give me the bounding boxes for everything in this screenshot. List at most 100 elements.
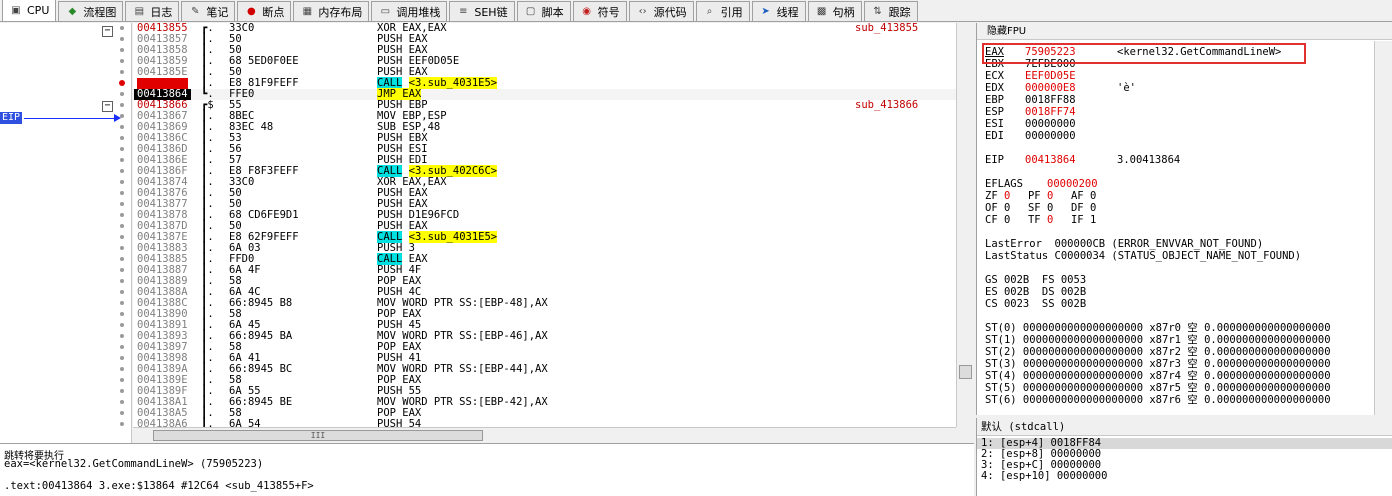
disasm-row[interactable]: 00413859 ┃. 68 5ED0F0EE PUSH EEF0D05E bbox=[133, 56, 956, 67]
register-ecx[interactable]: ECX EEF0D05E bbox=[985, 71, 1117, 82]
register-ebp[interactable]: EBP 0018FF88 bbox=[985, 95, 1117, 106]
breakpoint-slot-icon[interactable] bbox=[120, 378, 124, 382]
disasm-row[interactable]: 00413874 ┃. 33C0 XOR EAX,EAX bbox=[133, 177, 956, 188]
disasm-row[interactable]: 00413864 ┗. FFE0 JMP EAX bbox=[133, 88, 956, 100]
disasm-row[interactable]: 00413893 ┃. 66:8945 BA MOV WORD PTR SS:[EBP… bbox=[133, 331, 956, 342]
register-value[interactable]: 00000000 bbox=[1025, 119, 1117, 130]
tab-1[interactable]: ◆ 流程图 bbox=[58, 1, 124, 21]
disasm-row[interactable]: 00413857 ┃. 50 PUSH EAX bbox=[133, 34, 956, 45]
segment-registers[interactable]: GS 002B FS 0053 bbox=[985, 275, 1086, 286]
disassembly-view[interactable]: 00413855 ┏. 33C0 XOR EAX,EAX sub_413855 00413… bbox=[133, 23, 956, 427]
breakpoint-slot-icon[interactable] bbox=[120, 257, 124, 261]
fold-toggle-sub-413866[interactable]: − bbox=[102, 101, 113, 112]
flag-value[interactable]: 0 bbox=[1004, 191, 1028, 202]
breakpoint-slot-icon[interactable] bbox=[120, 389, 124, 393]
tab-10[interactable]: ‹› 源代码 bbox=[628, 1, 694, 21]
breakpoint-slot-icon[interactable] bbox=[120, 37, 124, 41]
registers-panel[interactable]: 隐藏FPU EAX 75905223 <kernel32.GetCommandLin… bbox=[976, 23, 1392, 415]
disasm-row[interactable]: 0041386C ┃. 53 PUSH EBX bbox=[133, 133, 956, 144]
horizontal-scroll-thumb[interactable]: III bbox=[153, 430, 483, 441]
disassembly-horizontal-scrollbar[interactable]: III bbox=[133, 427, 956, 443]
breakpoint-slot-icon[interactable] bbox=[120, 180, 124, 184]
tab-11[interactable]: ⌕ 引用 bbox=[695, 1, 750, 21]
breakpoint-slot-icon[interactable] bbox=[120, 114, 124, 118]
calling-convention-select[interactable]: 默认 (stdcall) bbox=[977, 418, 1392, 436]
breakpoint-slot-icon[interactable] bbox=[120, 400, 124, 404]
disasm-row[interactable]: 00413869 ┃. 83EC 48 SUB ESP,48 bbox=[133, 122, 956, 133]
disasm-row[interactable]: 00413878 ┃. 68 CD6FE9D1 PUSH D1E96FCD bbox=[133, 210, 956, 221]
tab-4[interactable]: ● 断点 bbox=[237, 1, 292, 21]
register-value[interactable]: 00000200 bbox=[1047, 179, 1139, 190]
flag-value[interactable]: 0 bbox=[1004, 215, 1028, 226]
register-value[interactable]: 000000E8 bbox=[1025, 83, 1117, 94]
breakpoint-icon[interactable] bbox=[119, 80, 125, 86]
breakpoint-slot-icon[interactable] bbox=[120, 235, 124, 239]
breakpoint-slot-icon[interactable] bbox=[120, 213, 124, 217]
disassembly-vertical-scrollbar[interactable] bbox=[956, 23, 974, 427]
stack-args-panel[interactable]: 默认 (stdcall) 1: [esp+4] 0018FF84 2: [esp+… bbox=[976, 418, 1392, 496]
tab-8[interactable]: ▢ 脚本 bbox=[516, 1, 571, 21]
fpu-register[interactable]: ST(6) 0000000000000000000 x87r6 空 0.0000… bbox=[985, 395, 1331, 406]
breakpoint-slot-icon[interactable] bbox=[120, 323, 124, 327]
register-value[interactable]: 0018FF88 bbox=[1025, 95, 1117, 106]
registers-scrollbar[interactable] bbox=[1374, 41, 1392, 415]
disasm-row[interactable]: 00413887 ┃. 6A 4F PUSH 4F bbox=[133, 265, 956, 276]
breakpoint-slot-icon[interactable] bbox=[120, 136, 124, 140]
tab-9[interactable]: ◉ 符号 bbox=[572, 1, 627, 21]
disasm-row[interactable]: 00413855 ┏. 33C0 XOR EAX,EAX sub_413855 bbox=[133, 23, 956, 34]
breakpoint-slot-icon[interactable] bbox=[120, 290, 124, 294]
tab-0[interactable]: ▣ CPU bbox=[2, 0, 57, 21]
fpu-register[interactable]: ST(2) 0000000000000000000 x87r2 空 0.0000… bbox=[985, 347, 1331, 358]
breakpoint-slot-icon[interactable] bbox=[120, 268, 124, 272]
breakpoint-slot-icon[interactable] bbox=[120, 301, 124, 305]
breakpoint-slot-icon[interactable] bbox=[120, 147, 124, 151]
tab-2[interactable]: ▤ 日志 bbox=[125, 1, 180, 21]
segment-registers[interactable]: CS 0023 SS 002B bbox=[985, 299, 1086, 310]
hide-fpu-toggle[interactable]: 隐藏FPU bbox=[977, 23, 1392, 40]
register-value[interactable]: 00000000 bbox=[1025, 131, 1117, 142]
disasm-row[interactable]: 004138A1 ┃. 66:8945 BE MOV WORD PTR SS:[EBP… bbox=[133, 397, 956, 408]
breakpoint-slot-icon[interactable] bbox=[120, 158, 124, 162]
flag-value[interactable]: 0 bbox=[1090, 203, 1114, 214]
register-esp[interactable]: ESP 0018FF74 bbox=[985, 107, 1117, 118]
breakpoint-slot-icon[interactable] bbox=[120, 279, 124, 283]
last-status[interactable]: LastStatus C0000034 (STATUS_OBJECT_NAME_… bbox=[985, 251, 1301, 262]
flag-value[interactable]: 0 bbox=[1090, 191, 1114, 202]
breakpoint-slot-icon[interactable] bbox=[120, 356, 124, 360]
flag-value[interactable]: 0 bbox=[1047, 203, 1071, 214]
tab-3[interactable]: ✎ 笔记 bbox=[181, 1, 236, 21]
breakpoint-slot-icon[interactable] bbox=[120, 422, 124, 426]
tab-7[interactable]: ≡ SEH链 bbox=[449, 1, 515, 21]
breakpoint-slot-icon[interactable] bbox=[120, 70, 124, 74]
flag-value[interactable]: 1 bbox=[1090, 215, 1114, 226]
last-error[interactable]: LastError 000000CB (ERROR_ENVVAR_NOT_FOU… bbox=[985, 239, 1263, 250]
breakpoint-slot-icon[interactable] bbox=[120, 103, 124, 107]
tab-5[interactable]: ▦ 内存布局 bbox=[293, 1, 370, 21]
breakpoint-slot-icon[interactable] bbox=[120, 411, 124, 415]
segment-registers[interactable]: ES 002B DS 002B bbox=[985, 287, 1086, 298]
fpu-register[interactable]: ST(1) 0000000000000000000 x87r1 空 0.0000… bbox=[985, 335, 1331, 346]
stack-arg-row[interactable]: 4: [esp+10] 00000000 bbox=[981, 471, 1107, 482]
breakpoint-slot-icon[interactable] bbox=[120, 224, 124, 228]
register-eflags[interactable]: EFLAGS 00000200 bbox=[985, 179, 1139, 190]
disasm-row[interactable]: 0041389A ┃. 66:8945 BC MOV WORD PTR SS:[EBP… bbox=[133, 364, 956, 375]
breakpoint-slot-icon[interactable] bbox=[120, 92, 124, 96]
flag-value[interactable]: 0 bbox=[1004, 203, 1028, 214]
breakpoint-slot-icon[interactable] bbox=[120, 125, 124, 129]
register-esi[interactable]: ESI 00000000 bbox=[985, 119, 1117, 130]
fpu-register[interactable]: ST(0) 0000000000000000000 x87r0 空 0.0000… bbox=[985, 323, 1331, 334]
flag-value[interactable]: 0 bbox=[1047, 215, 1071, 226]
register-edi[interactable]: EDI 00000000 bbox=[985, 131, 1117, 142]
vertical-scroll-thumb[interactable] bbox=[959, 365, 972, 379]
breakpoint-slot-icon[interactable] bbox=[120, 48, 124, 52]
tab-13[interactable]: ▩ 句柄 bbox=[807, 1, 862, 21]
tab-14[interactable]: ⇅ 跟踪 bbox=[863, 1, 918, 21]
fpu-register[interactable]: ST(5) 0000000000000000000 x87r5 空 0.0000… bbox=[985, 383, 1331, 394]
tab-6[interactable]: ▭ 调用堆栈 bbox=[371, 1, 448, 21]
breakpoint-slot-icon[interactable] bbox=[120, 26, 124, 30]
register-eip[interactable]: EIP 00413864 3.00413864 bbox=[985, 155, 1180, 166]
fpu-register[interactable]: ST(3) 0000000000000000000 x87r3 空 0.0000… bbox=[985, 359, 1331, 370]
flag-value[interactable]: 0 bbox=[1047, 191, 1071, 202]
breakpoint-slot-icon[interactable] bbox=[120, 312, 124, 316]
breakpoint-slot-icon[interactable] bbox=[120, 334, 124, 338]
